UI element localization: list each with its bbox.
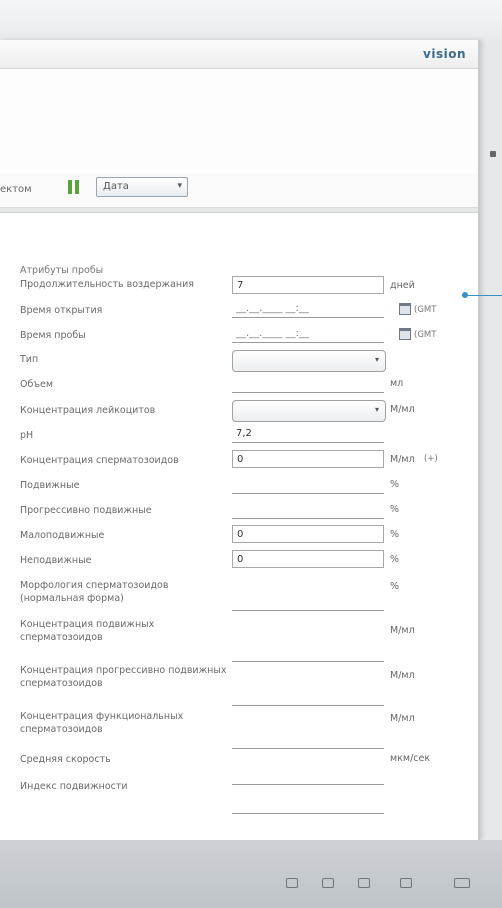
field-label: Индекс подвижности <box>20 781 128 792</box>
sample-time-input[interactable] <box>232 325 384 343</box>
calendar-icon[interactable] <box>399 328 411 340</box>
callout-line <box>466 295 502 296</box>
toolbar-label: ектом <box>0 184 32 195</box>
unit-label: М/мл <box>390 713 415 724</box>
sample-form: Атрибуты пробы Продолжительность воздерж… <box>0 208 478 828</box>
field-label: Объем <box>20 379 54 390</box>
unit-label: мл <box>390 378 404 389</box>
unit-label: М/мл <box>390 454 415 465</box>
field-label: pH <box>20 430 34 441</box>
field-label: Прогрессивно подвижные <box>20 505 152 516</box>
top-chrome <box>0 0 502 40</box>
immotile-input[interactable] <box>232 550 384 568</box>
motility-index-input[interactable] <box>232 796 384 814</box>
tray-icon[interactable] <box>400 878 412 888</box>
field-label: Концентрация прогрессивно подвижных спер… <box>20 665 227 689</box>
field-label: Средняя скорость <box>20 754 111 765</box>
date-select[interactable]: Дата ▾ <box>96 177 188 197</box>
unit-label: дней <box>390 280 415 291</box>
field-label: Малоподвижные <box>20 530 105 541</box>
field-label: Концентрация подвижных сперматозоидов <box>20 619 155 643</box>
unit-label: % <box>390 504 400 515</box>
functional-concentration-input[interactable] <box>232 731 384 749</box>
motile-concentration-input[interactable] <box>232 644 384 662</box>
collapse-icon[interactable] <box>490 151 496 157</box>
field-label: Подвижные <box>20 480 80 491</box>
field-label: Продолжительность воздержания <box>20 279 195 290</box>
taskbar <box>0 840 502 908</box>
field-label: Время пробы <box>20 330 86 341</box>
unit-label: мкм/сек <box>390 753 431 764</box>
morphology-input[interactable] <box>232 593 384 611</box>
field-label: Концентрация лейкоцитов <box>20 405 156 416</box>
field-label: Неподвижные <box>20 555 92 566</box>
concentration-input[interactable] <box>232 450 384 468</box>
app-header: vision <box>0 40 478 69</box>
volume-input[interactable] <box>232 375 384 393</box>
unit-label: % <box>390 479 400 490</box>
timezone-label: (GMT <box>414 330 437 340</box>
unit-label: М/мл <box>390 625 415 636</box>
tray-icon[interactable] <box>454 878 470 888</box>
low-motile-input[interactable] <box>232 525 384 543</box>
unit-label: М/мл <box>390 670 415 681</box>
app-logo: vision <box>423 47 466 61</box>
unit-label: % <box>390 554 400 565</box>
chevron-down-icon: ▾ <box>374 405 379 414</box>
unit-label: % <box>390 581 400 592</box>
timezone-label: (GMT <box>414 305 437 315</box>
pause-icon[interactable] <box>68 180 80 194</box>
type-select[interactable]: ▾ <box>232 350 386 372</box>
unit-label: М/мл <box>390 404 415 415</box>
chevron-down-icon: ▾ <box>374 355 379 364</box>
progressive-concentration-input[interactable] <box>232 688 384 706</box>
field-label: Время открытия <box>20 305 103 316</box>
field-label: Концентрация сперматозоидов <box>20 455 179 466</box>
unit-label: % <box>390 529 400 540</box>
group-title: Атрибуты пробы <box>20 265 104 276</box>
ph-input[interactable] <box>232 425 384 443</box>
open-time-input[interactable] <box>232 300 384 318</box>
field-label: Концентрация функциональных сперматозоид… <box>20 711 184 735</box>
progressive-input[interactable] <box>232 501 384 519</box>
tray-icon[interactable] <box>322 878 334 888</box>
calendar-icon[interactable] <box>399 303 411 315</box>
chevron-down-icon: ▾ <box>177 181 182 191</box>
tray-icon[interactable] <box>286 878 298 888</box>
sign-label: (+) <box>424 454 438 464</box>
field-label: Тип <box>20 354 39 365</box>
field-label: Морфология сперматозоидов (нормальная фо… <box>20 580 169 604</box>
motile-input[interactable] <box>232 476 384 494</box>
leukocyte-select[interactable]: ▾ <box>232 400 386 422</box>
date-select-label: Дата <box>103 181 129 192</box>
info-panel <box>0 69 478 176</box>
velocity-input[interactable] <box>232 767 384 785</box>
abstinence-input[interactable] <box>232 276 384 294</box>
tray-icon[interactable] <box>358 878 370 888</box>
